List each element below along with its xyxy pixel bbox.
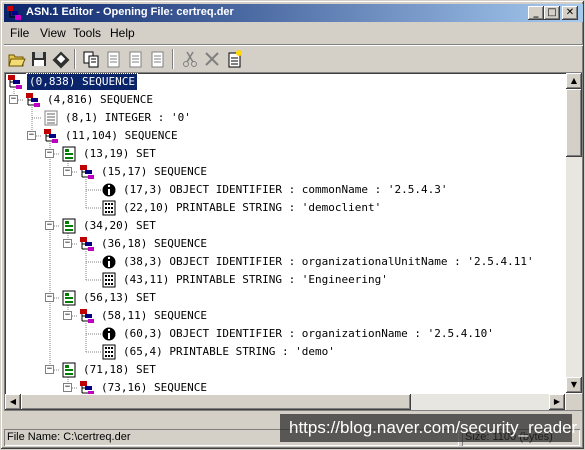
set-icon xyxy=(61,146,77,162)
tree-node-label: (17,3) OBJECT IDENTIFIER : commonName : … xyxy=(123,183,448,196)
delete-icon[interactable] xyxy=(202,49,222,69)
string-icon xyxy=(101,344,117,360)
tree-node-label: (36,18) SEQUENCE xyxy=(101,237,207,250)
tree-node-label: (15,17) SEQUENCE xyxy=(101,165,207,178)
collapse-toggle[interactable]: − xyxy=(63,167,72,176)
new-icon[interactable] xyxy=(224,49,244,69)
tree-node-label: (65,4) PRINTABLE STRING : 'demo' xyxy=(123,345,335,358)
save-icon[interactable] xyxy=(29,49,49,69)
menu-bar: File View Tools Help xyxy=(4,23,583,42)
cut-icon[interactable] xyxy=(180,49,200,69)
string-icon xyxy=(101,200,117,216)
menu-tools[interactable]: Tools xyxy=(73,26,101,40)
sequence-icon xyxy=(79,164,95,180)
app-window: ASN.1 Editor - Opening File: certreq.der… xyxy=(0,0,585,450)
collapse-toggle[interactable]: − xyxy=(45,221,54,230)
info-icon xyxy=(101,326,117,342)
set-icon xyxy=(61,218,77,234)
tree-node-label: (43,11) PRINTABLE STRING : 'Engineering' xyxy=(123,273,388,286)
tree-node-label: (22,10) PRINTABLE STRING : 'democlient' xyxy=(123,201,382,214)
menu-help[interactable]: Help xyxy=(110,26,135,40)
tree-node-label: (56,13) SET xyxy=(83,291,156,304)
window-title: ASN.1 Editor - Opening File: certreq.der xyxy=(26,6,234,18)
menu-view[interactable]: View xyxy=(40,26,66,40)
info-icon xyxy=(101,254,117,270)
set-icon xyxy=(61,290,77,306)
tree-node-label: (58,11) SEQUENCE xyxy=(101,309,207,322)
tree-node-label: (11,104) SEQUENCE xyxy=(65,129,178,142)
sequence-icon xyxy=(25,92,41,108)
sequence-icon xyxy=(79,308,95,324)
collapse-toggle[interactable]: − xyxy=(27,131,36,140)
scroll-right-icon[interactable]: ▶ xyxy=(549,394,565,410)
collapse-toggle[interactable]: − xyxy=(63,383,72,392)
title-bar[interactable]: ASN.1 Editor - Opening File: certreq.der… xyxy=(4,4,583,22)
copy-base64-icon[interactable] xyxy=(147,49,167,69)
tree-node-label: (0,838) SEQUENCE xyxy=(26,73,138,91)
copy-text-icon[interactable] xyxy=(103,49,123,69)
tree-node-label: (38,3) OBJECT IDENTIFIER : organizationa… xyxy=(123,255,534,268)
asn1-app-icon xyxy=(7,6,21,20)
tree-node-label: (71,18) SET xyxy=(83,363,156,376)
vertical-scrollbar[interactable]: ▲ ▼ xyxy=(566,73,582,393)
maximize-button[interactable]: □ xyxy=(544,6,560,20)
close-button[interactable]: ✕ xyxy=(562,6,578,20)
collapse-toggle[interactable]: − xyxy=(45,293,54,302)
collapse-toggle[interactable]: − xyxy=(45,149,54,158)
sequence-icon xyxy=(79,236,95,252)
collapse-toggle[interactable]: − xyxy=(9,95,18,104)
set-icon xyxy=(61,362,77,378)
toolbar-separator xyxy=(172,49,174,69)
tree-node-label: (60,3) OBJECT IDENTIFIER : organizationN… xyxy=(123,327,494,340)
horizontal-scrollbar[interactable]: ◀ ▶ xyxy=(5,394,565,410)
string-icon xyxy=(101,272,117,288)
minimize-button[interactable]: _ xyxy=(528,6,544,20)
copy-hex-icon[interactable] xyxy=(125,49,145,69)
tree-node-label: (13,19) SET xyxy=(83,147,156,160)
copy-icon[interactable] xyxy=(81,49,101,69)
scroll-down-icon[interactable]: ▼ xyxy=(566,377,582,393)
toolbar-separator xyxy=(74,49,76,69)
collapse-toggle[interactable]: − xyxy=(63,239,72,248)
sequence-icon xyxy=(43,128,59,144)
tree-node-label: (8,1) INTEGER : '0' xyxy=(65,111,191,124)
save-as-icon[interactable] xyxy=(51,49,71,69)
scroll-corner xyxy=(566,394,582,410)
scroll-left-icon[interactable]: ◀ xyxy=(5,394,21,410)
tree-node-label: (4,816) SEQUENCE xyxy=(47,93,153,106)
sequence-icon xyxy=(7,74,23,90)
horizontal-scroll-thumb[interactable] xyxy=(21,394,411,410)
watermark-text: https://blog.naver.com/security_reader xyxy=(280,414,577,442)
info-icon xyxy=(101,182,117,198)
tree-node-label: (34,20) SET xyxy=(83,219,156,232)
scroll-up-icon[interactable]: ▲ xyxy=(566,73,582,89)
menu-file[interactable]: File xyxy=(10,26,29,40)
integer-icon xyxy=(43,110,59,126)
collapse-toggle[interactable]: − xyxy=(45,365,54,374)
vertical-scroll-thumb[interactable] xyxy=(566,89,582,157)
open-icon[interactable] xyxy=(7,49,27,69)
toolbar xyxy=(4,44,583,72)
collapse-toggle[interactable]: − xyxy=(63,311,72,320)
asn1-tree-view[interactable]: − − − − − − − − − − (0,838) SEQUENCE (4,8… xyxy=(4,72,583,411)
